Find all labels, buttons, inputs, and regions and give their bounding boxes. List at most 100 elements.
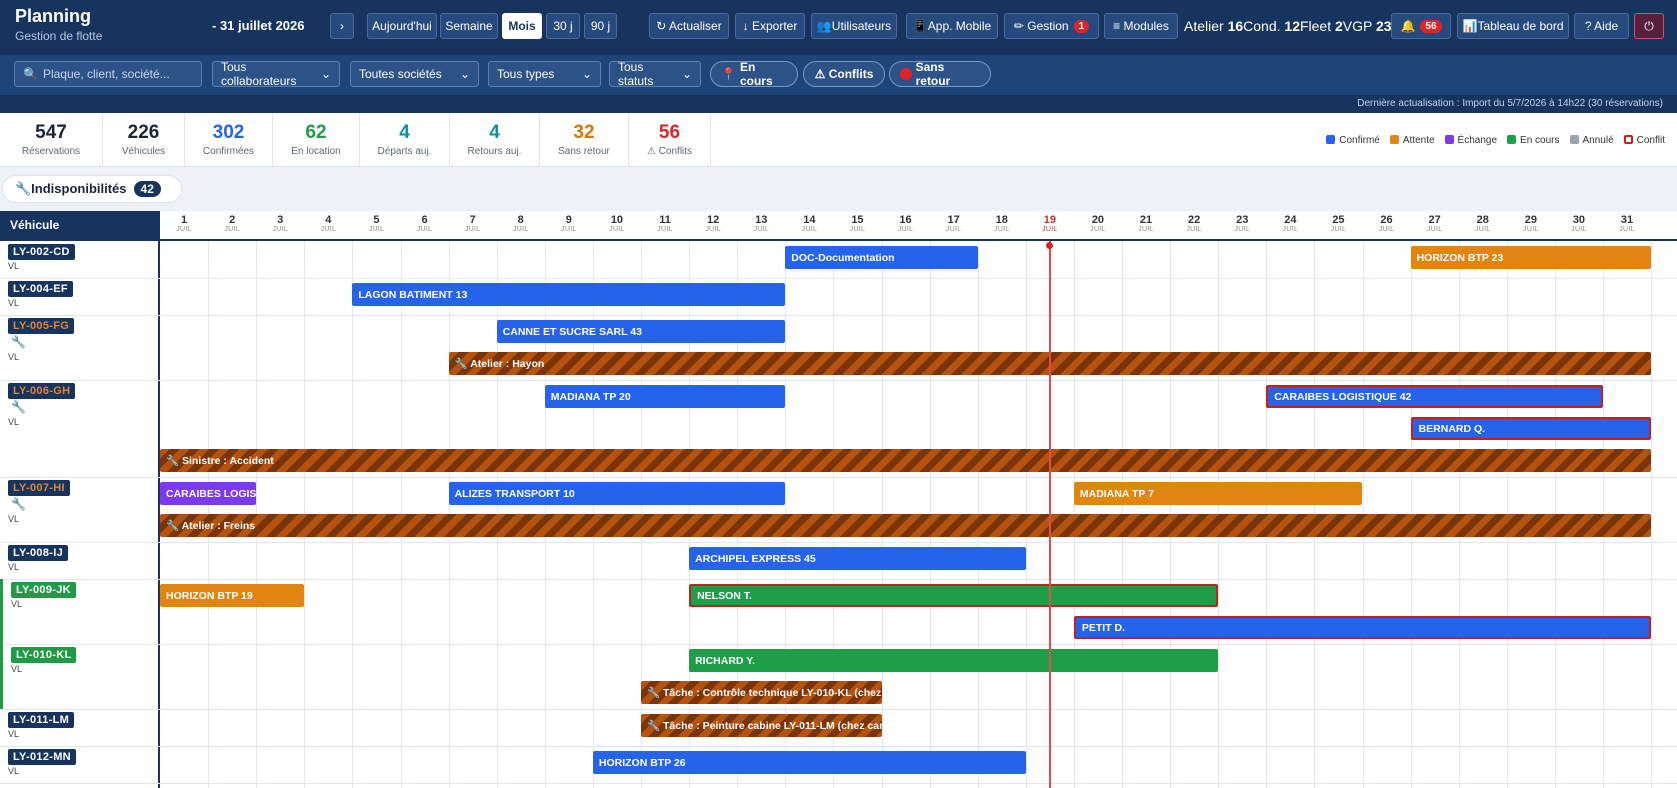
view-week-button[interactable]: Semaine: [440, 13, 498, 39]
day-number: 1: [180, 214, 188, 226]
row-divider: [0, 315, 1677, 316]
statuts-select[interactable]: Tous statuts ⌄: [609, 60, 701, 88]
day-number: 26: [1380, 214, 1393, 226]
booking-bar[interactable]: HORIZON BTP 26: [592, 751, 1026, 774]
booking-bar[interactable]: DOC-Documentation: [785, 246, 978, 269]
day-header: 3 JUIL: [256, 211, 305, 239]
booking-bar[interactable]: CARAIBES LOGISTIQUE: [160, 482, 257, 505]
refresh-button[interactable]: ↻ Actualiser: [649, 13, 729, 39]
collaborateurs-select[interactable]: Tous collaborateurs ⌄: [212, 60, 340, 88]
view-month-button[interactable]: Mois: [502, 13, 542, 39]
vehicle-plate[interactable]: LY-010-KL: [11, 647, 77, 663]
kpi-value: 56: [658, 122, 681, 143]
booking-bar[interactable]: CARAIBES LOGISTIQUE 42: [1266, 385, 1603, 408]
search-icon: 🔍: [23, 67, 38, 81]
vehicle-plate[interactable]: LY-005-FG: [8, 318, 75, 334]
conflits-filter[interactable]: ⚠ Conflits: [803, 61, 885, 87]
day-number: 11: [659, 214, 671, 226]
day-month: JUIL: [1330, 226, 1347, 233]
types-select[interactable]: Tous types ⌄: [488, 61, 601, 87]
booking-bar[interactable]: MADIANA TP 7: [1073, 482, 1363, 505]
day-month: JUIL: [609, 226, 625, 233]
booking-bar[interactable]: HORIZON BTP 19: [160, 584, 305, 607]
kpi-card: 547 Réservations: [0, 113, 103, 167]
day-number: 7: [469, 214, 476, 226]
booking-bar[interactable]: ALIZES TRANSPORT 10: [448, 482, 786, 505]
view-30d-button[interactable]: 30 j: [546, 13, 580, 39]
day-month: JUIL: [1619, 226, 1635, 233]
next-period-button[interactable]: ›: [330, 13, 354, 39]
booking-bar[interactable]: ARCHIPEL EXPRESS 45: [689, 547, 1026, 570]
day-header: 16 JUIL: [881, 211, 930, 239]
header-divider: [0, 239, 1677, 241]
day-header: 15 JUIL: [833, 211, 882, 239]
day-number: 30: [1572, 214, 1586, 226]
vehicle-plate[interactable]: LY-012-MN: [8, 749, 76, 765]
vehicle-plate[interactable]: LY-008-IJ: [8, 545, 68, 561]
notifications-button[interactable]: 🔔 56: [1391, 13, 1451, 39]
unavailability-bar[interactable]: 🔧 Atelier : Freins: [160, 514, 1652, 537]
vehicle-plate[interactable]: LY-002-CD: [8, 244, 75, 260]
day-header: 20 JUIL: [1073, 211, 1122, 239]
row-divider: [0, 746, 1677, 747]
filter-bar: 🔍 Plaque, client, société... Tous collab…: [0, 55, 1677, 95]
day-month: JUIL: [320, 226, 337, 233]
kpi-card: 302 Confirmées: [185, 113, 273, 167]
day-header: 19 JUIL: [1025, 211, 1074, 239]
indisponibilites-toggle[interactable]: 🔧Indisponibilités 42: [3, 176, 181, 202]
view-today-button[interactable]: Aujourd'hui: [367, 13, 437, 39]
legend-swatch: [1326, 135, 1336, 144]
red-dot-icon: [900, 68, 912, 80]
legend-swatch: [1444, 135, 1454, 144]
en-cours-label: En cours: [739, 60, 773, 88]
booking-bar[interactable]: BERNARD Q.: [1410, 417, 1652, 440]
logout-button[interactable]: ⏻: [1634, 13, 1664, 39]
search-input[interactable]: 🔍 Plaque, client, société...: [14, 61, 202, 87]
help-button[interactable]: ? Aide: [1574, 13, 1629, 39]
day-number: 25: [1332, 214, 1345, 226]
vehicle-plate[interactable]: LY-009-JK: [11, 582, 76, 598]
modules-button[interactable]: ≡ Modules: [1104, 13, 1178, 39]
view-90d-button[interactable]: 90 j: [584, 13, 617, 39]
vehicle-plate[interactable]: LY-011-LM: [8, 712, 75, 728]
day-header: 2 JUIL: [208, 211, 257, 239]
legend-item: Annulé: [1569, 135, 1614, 146]
booking-bar[interactable]: LAGON BATIMENT 13: [352, 283, 786, 306]
sans-retour-filter[interactable]: Sans retour: [889, 60, 991, 88]
en-cours-filter[interactable]: 📍 En cours: [710, 60, 798, 88]
societes-select[interactable]: Toutes sociétés ⌄: [350, 61, 479, 87]
users-button[interactable]: 👥Utilisateurs: [811, 13, 897, 39]
vehicle-column-header: Véhicule: [0, 211, 158, 239]
unavailability-bar[interactable]: 🔧 Tâche : Peinture cabine LY-011-LM (che…: [641, 714, 882, 737]
gestion-button[interactable]: ✏ Gestion 1: [1004, 13, 1099, 39]
legend: Confirmé Attente Échange En cours Annulé Conf…: [1326, 135, 1665, 146]
export-button[interactable]: ↓ Exporter: [735, 13, 805, 39]
dashboard-button[interactable]: 📊Tableau de bord: [1457, 13, 1569, 39]
booking-bar[interactable]: NELSON T.: [689, 584, 1219, 607]
vehicle-plate[interactable]: LY-004-EF: [8, 281, 73, 297]
kpi-value: 32: [573, 122, 595, 143]
day-header: 12 JUIL: [689, 211, 738, 239]
statuts-value: Tous statuts: [618, 60, 654, 88]
vehicle-plate[interactable]: LY-007-HI: [8, 480, 70, 496]
unavailability-bar[interactable]: 🔧 Tâche : Contrôle technique LY-010-KL (…: [641, 681, 882, 704]
booking-bar[interactable]: RICHARD Y.: [689, 649, 1219, 672]
day-month: JUIL: [561, 226, 577, 233]
day-header: 25 JUIL: [1314, 211, 1363, 239]
booking-bar[interactable]: MADIANA TP 20: [544, 385, 786, 408]
day-header: 11 JUIL: [641, 211, 690, 239]
mobile-app-button[interactable]: 📱App. Mobile: [906, 13, 998, 39]
indisponibilites-label: 🔧Indisponibilités: [15, 181, 127, 196]
vehicle-type: VL: [8, 298, 20, 308]
kpi-label: Réservations: [21, 146, 81, 157]
legend-swatch: [1623, 135, 1633, 144]
day-month: JUIL: [1042, 226, 1058, 233]
booking-bar[interactable]: HORIZON BTP 23: [1410, 246, 1652, 269]
vehicle-plate[interactable]: LY-006-GH: [8, 383, 76, 399]
kpi-value: 4: [399, 122, 410, 143]
notifications-badge: 56: [1420, 19, 1442, 33]
booking-bar[interactable]: CANNE ET SUCRE SARL 43: [496, 320, 786, 343]
booking-bar[interactable]: PETIT D.: [1073, 616, 1652, 639]
legend-item: Attente: [1389, 135, 1435, 146]
unavailability-bar[interactable]: 🔧 Sinistre : Accident: [160, 449, 1652, 472]
